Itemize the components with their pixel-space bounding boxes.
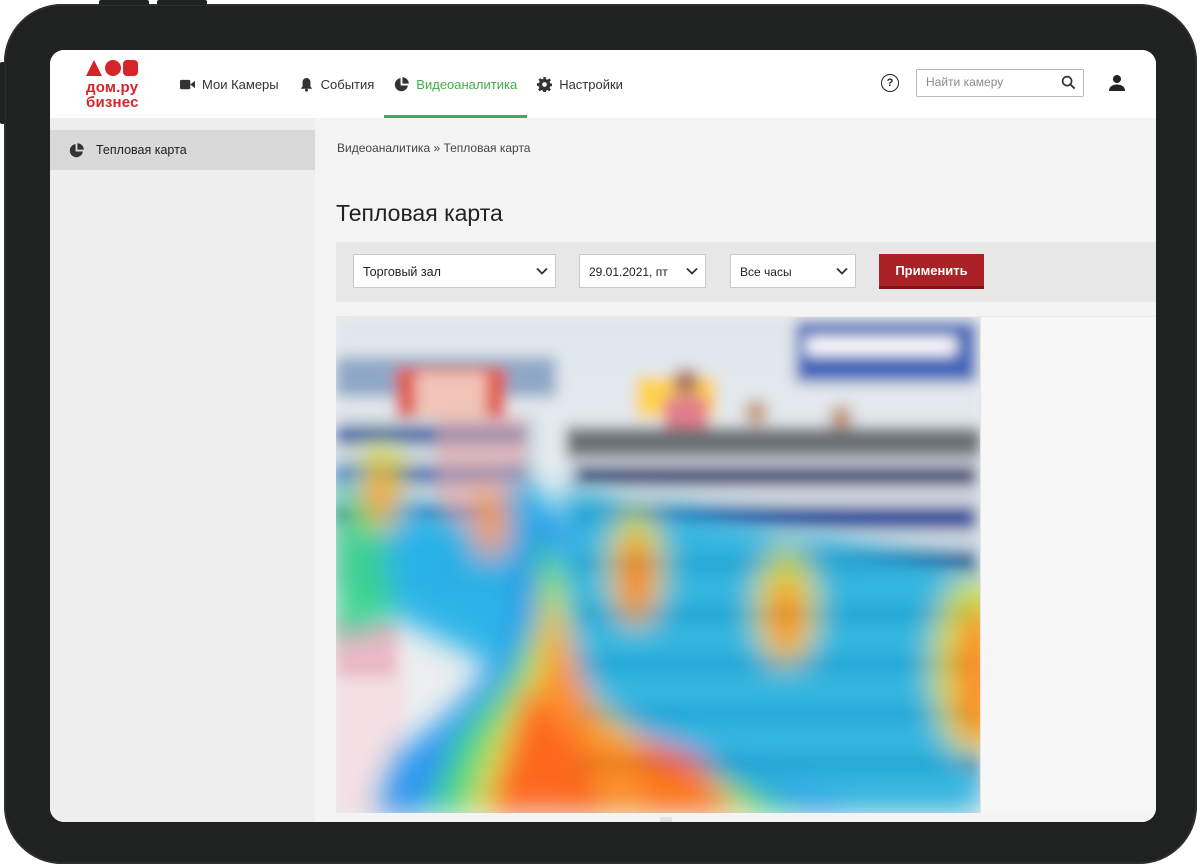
search-input[interactable]	[926, 73, 1056, 91]
search-icon[interactable]	[1061, 75, 1076, 90]
hours-select[interactable]: Все часы	[730, 254, 856, 288]
gear-icon	[537, 76, 553, 92]
nav-item-cameras[interactable]: Мои Камеры	[170, 50, 289, 118]
heatmap-image	[336, 317, 981, 813]
tablet-button-top-1	[99, 0, 149, 5]
nav-item-label: Видеоаналитика	[416, 76, 518, 92]
location-select-value: Торговый зал	[363, 265, 441, 279]
main-content: Видеоаналитика » Тепловая карта Тепловая…	[315, 118, 1156, 822]
scroll-handle[interactable]	[660, 817, 672, 822]
pie-chart-icon	[69, 142, 84, 157]
sidebar-item-heatmap[interactable]: Тепловая карта	[50, 130, 315, 170]
breadcrumb: Видеоаналитика » Тепловая карта	[337, 141, 531, 155]
video-camera-icon	[180, 79, 195, 89]
main-nav: Мои Камеры События Видеоаналитика Настро…	[170, 50, 633, 118]
logo-text-line1: дом.ру	[86, 79, 139, 96]
brand-logo[interactable]: дом.ру бизнес	[86, 58, 148, 112]
chevron-down-icon	[686, 267, 698, 275]
top-navbar: дом.ру бизнес Мои Камеры События Видеоан…	[50, 50, 1156, 118]
user-icon[interactable]	[1108, 74, 1126, 92]
chevron-down-icon	[536, 267, 548, 275]
filter-bar: Торговый зал 29.01.2021, пт Все часы При…	[336, 242, 1156, 302]
page-title: Тепловая карта	[336, 200, 503, 226]
heatmap-panel	[336, 316, 1156, 813]
sidebar: Тепловая карта	[50, 118, 315, 822]
date-select-value: 29.01.2021, пт	[589, 265, 668, 279]
help-icon[interactable]: ?	[881, 74, 899, 92]
nav-item-events[interactable]: События	[289, 50, 385, 118]
logo-mark-icon	[86, 60, 138, 76]
hours-select-value: Все часы	[740, 265, 792, 279]
logo-text-line2: бизнес	[86, 94, 139, 111]
pie-chart-icon	[395, 76, 410, 91]
location-select[interactable]: Торговый зал	[353, 254, 556, 288]
nav-item-settings[interactable]: Настройки	[527, 50, 633, 118]
nav-item-video-analytics[interactable]: Видеоаналитика	[384, 50, 528, 118]
apply-button[interactable]: Применить	[879, 254, 984, 289]
tablet-button-side	[0, 62, 5, 124]
camera-search	[916, 69, 1084, 97]
bell-icon	[300, 77, 312, 92]
nav-item-label: Мои Камеры	[202, 76, 279, 92]
nav-item-label: События	[320, 76, 375, 92]
app-screen: дом.ру бизнес Мои Камеры События Видеоан…	[50, 50, 1156, 822]
nav-item-label: Настройки	[559, 76, 623, 92]
date-select[interactable]: 29.01.2021, пт	[579, 254, 706, 288]
chevron-down-icon	[836, 267, 848, 275]
store-heatmap-picture	[336, 317, 980, 813]
sidebar-item-label: Тепловая карта	[96, 143, 187, 157]
tablet-button-top-2	[157, 0, 207, 5]
